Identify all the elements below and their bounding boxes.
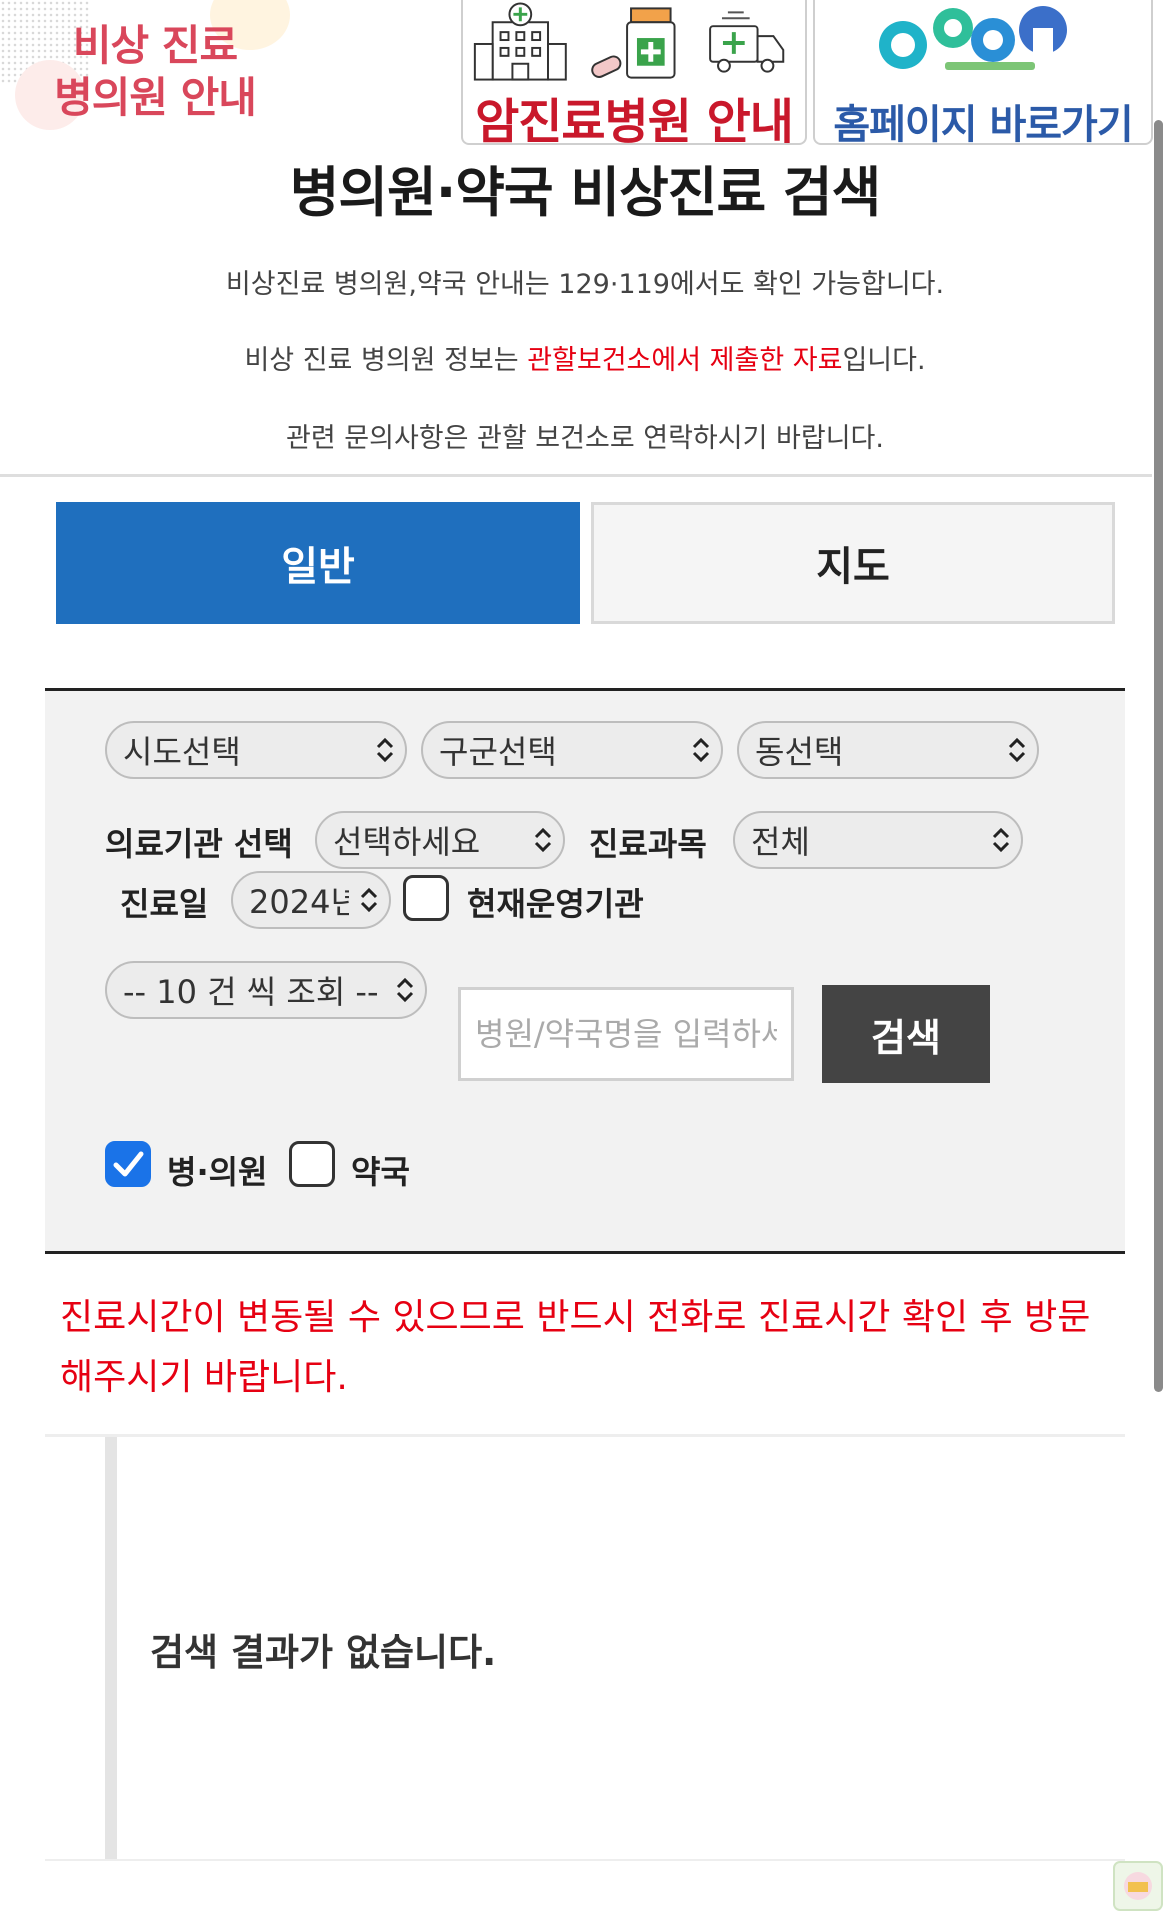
- date-select[interactable]: 2024년: [231, 871, 391, 929]
- banner-title: 비상 진료 병의원 안내: [0, 20, 290, 124]
- notice-prefix: 비상 진료 병의원 정보는: [244, 345, 528, 376]
- tab-general[interactable]: 일반: [56, 502, 580, 624]
- cancer-hospital-banner[interactable]: 암진료병원 안내: [461, 0, 807, 145]
- name-search-input[interactable]: [458, 987, 794, 1081]
- page-title: 병의원·약국 비상진료 검색: [289, 161, 882, 224]
- operating-checkbox[interactable]: [403, 875, 449, 921]
- hours-warning: 진료시간이 변동될 수 있으므로 반드시 전화로 진료시간 확인 후 방문해주시…: [60, 1297, 1091, 1398]
- cancer-banner-label: 암진료병원 안내: [475, 94, 794, 145]
- result-accent-bar: [105, 1437, 117, 1859]
- operating-label: 현재운영기관: [467, 885, 644, 923]
- pharmacy-label: 약국: [351, 1153, 410, 1191]
- institution-select[interactable]: 선택하세요: [315, 811, 565, 869]
- homepage-banner[interactable]: 홈페이지 바로가기: [813, 0, 1153, 145]
- emergency-clinic-banner[interactable]: 비상 진료 병의원 안내: [0, 0, 290, 140]
- chevron-updown-icon: [997, 735, 1037, 765]
- homepage-logo-icon: [879, 6, 1067, 70]
- hospital-checkbox[interactable]: [105, 1141, 151, 1187]
- notice-data-source: 비상 진료 병의원 정보는 관할보건소에서 제출한 자료입니다.: [0, 338, 1170, 377]
- department-select-value: 전체: [751, 823, 810, 861]
- hospital-label: 병·의원: [167, 1153, 268, 1191]
- chevron-updown-icon: [681, 735, 721, 765]
- hospital-icons: [473, 2, 785, 81]
- tab-map[interactable]: 지도: [591, 502, 1115, 624]
- department-label: 진료과목: [589, 825, 707, 863]
- search-panel: 시도선택 구군선택 동선택 의료기관 선택 선택하세요 진료과목 전체 진료일 …: [45, 688, 1125, 1254]
- department-select[interactable]: 전체: [733, 811, 1023, 869]
- banner-title-line1: 비상 진료: [72, 21, 238, 70]
- chevron-updown-icon: [523, 825, 563, 855]
- date-label: 진료일: [120, 885, 209, 923]
- divider: [0, 474, 1152, 477]
- institution-label: 의료기관 선택: [105, 825, 293, 863]
- banner-title-line2: 병의원 안내: [54, 73, 257, 122]
- notice-suffix: 입니다.: [842, 345, 926, 376]
- gugun-select[interactable]: 구군선택: [421, 721, 723, 779]
- chevron-updown-icon: [365, 735, 405, 765]
- scrollbar-thumb[interactable]: [1154, 120, 1163, 1392]
- no-result-message: 검색 결과가 없습니다.: [150, 1631, 497, 1674]
- ambulance-icon: [709, 11, 785, 73]
- notice-contact: 관련 문의사항은 관할 보건소로 연락하시기 바랍니다.: [286, 423, 884, 454]
- hospital-icon: [473, 2, 567, 81]
- chevron-updown-icon: [385, 975, 425, 1005]
- gugun-select-value: 구군선택: [439, 733, 557, 771]
- pill-bottle-icon: [591, 7, 676, 79]
- chevron-updown-icon: [981, 825, 1021, 855]
- chevron-updown-icon: [349, 885, 389, 915]
- sido-select[interactable]: 시도선택: [105, 721, 407, 779]
- pharmacy-checkbox[interactable]: [289, 1141, 335, 1187]
- date-select-value: 2024년: [249, 883, 349, 921]
- page-size-select-value: -- 10 건 씩 조회 --: [123, 973, 379, 1011]
- notice-phone: 비상진료 병의원,약국 안내는 129·119에서도 확인 가능합니다.: [225, 269, 945, 300]
- search-button[interactable]: 검색: [822, 985, 990, 1083]
- institution-select-value: 선택하세요: [333, 823, 481, 861]
- divider: [45, 1434, 1125, 1437]
- homepage-banner-label: 홈페이지 바로가기: [833, 102, 1133, 145]
- dong-select[interactable]: 동선택: [737, 721, 1039, 779]
- divider: [45, 1859, 1125, 1861]
- dong-select-value: 동선택: [755, 733, 844, 771]
- sido-select-value: 시도선택: [123, 733, 241, 771]
- page-size-select[interactable]: -- 10 건 씩 조회 --: [105, 961, 427, 1019]
- notice-highlight: 관할보건소에서 제출한 자료: [527, 345, 843, 376]
- check-icon: [113, 1151, 144, 1177]
- floating-badge-icon[interactable]: [1110, 1858, 1166, 1914]
